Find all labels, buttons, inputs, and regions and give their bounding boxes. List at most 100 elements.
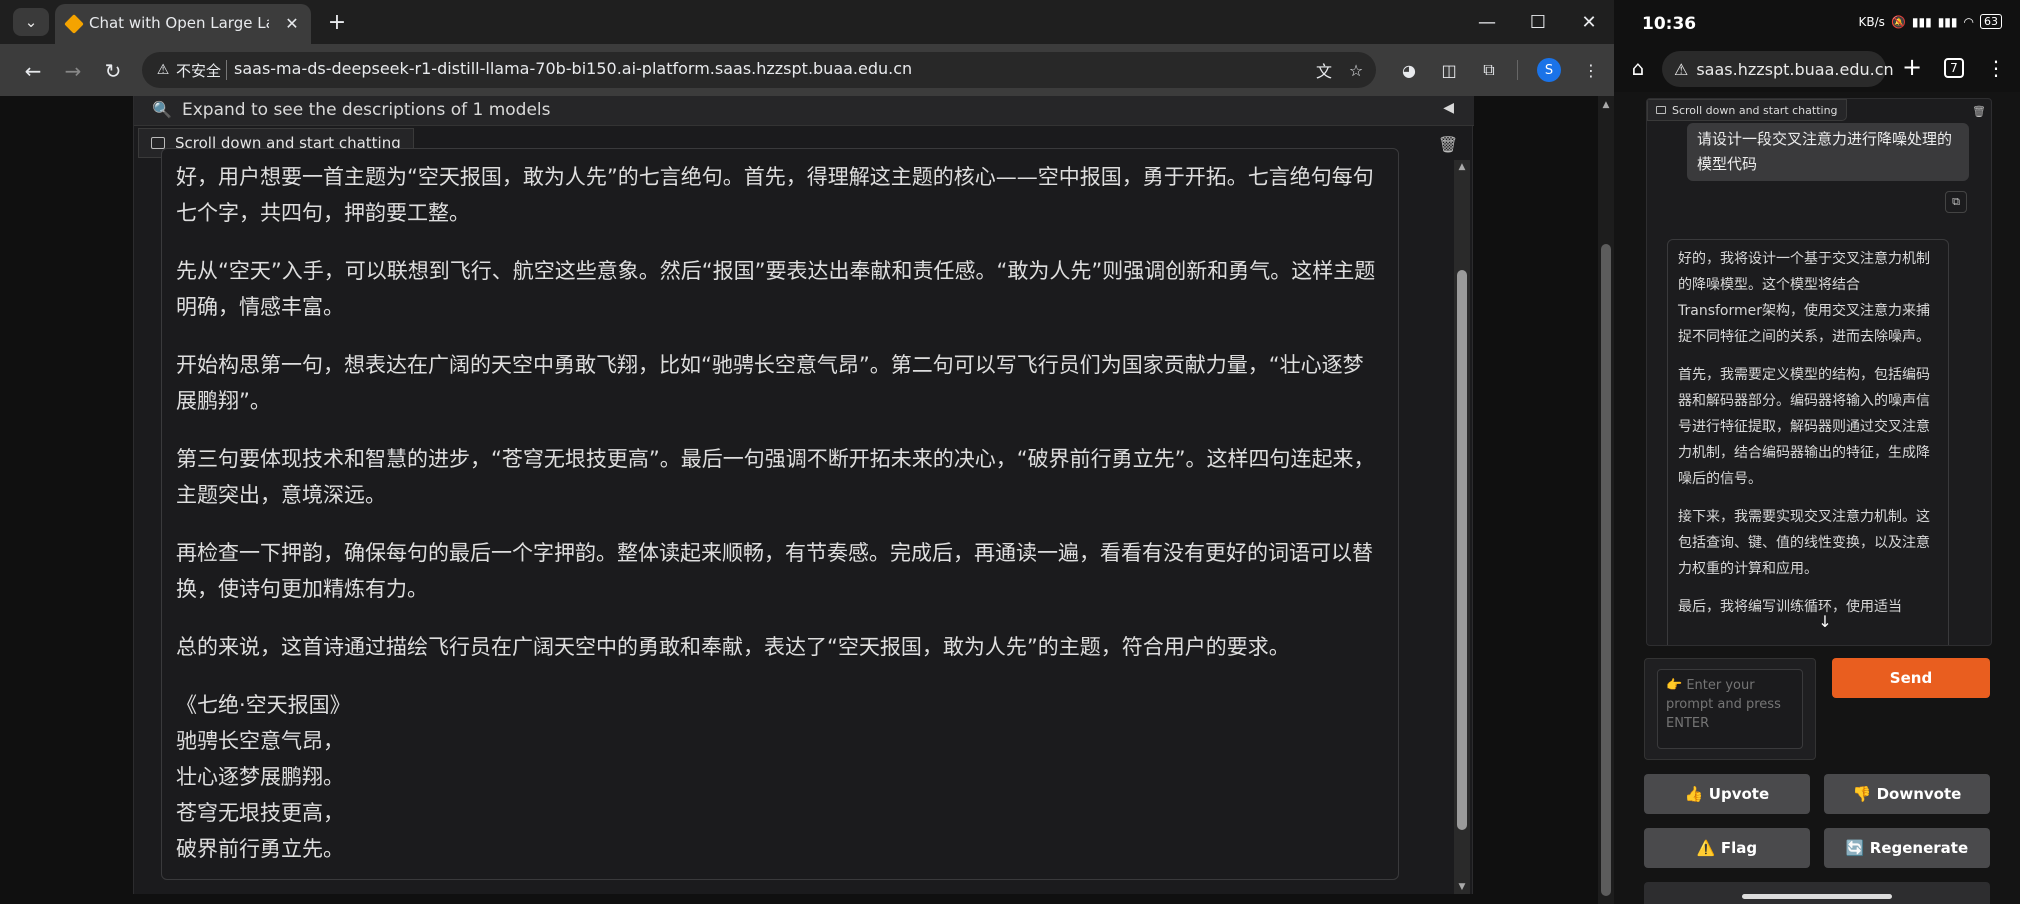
downvote-button[interactable]: 👎 Downvote xyxy=(1824,774,1990,814)
message-body: 好，用户想要一首主题为“空天报国，敢为人先”的七言绝句。首先，得理解这主题的核心… xyxy=(162,149,1398,867)
poem-line: 驰骋长空意气昂， xyxy=(176,729,344,753)
page-scrollbar[interactable]: ▲ xyxy=(1598,96,1614,904)
page-scroll-thumb[interactable] xyxy=(1601,244,1611,896)
forward-button[interactable]: → xyxy=(58,56,88,86)
profile-avatar[interactable]: S xyxy=(1537,58,1561,82)
extensions-puzzle-icon[interactable]: ⧉ xyxy=(1476,57,1502,83)
home-button[interactable]: ⌂ xyxy=(1624,54,1652,82)
copy-button[interactable]: ⧉ xyxy=(1945,191,1967,213)
chevron-down-icon: ⌄ xyxy=(24,13,38,31)
message-paragraph: 总的来说，这首诗通过描绘飞行员在广阔天空中的勇敢和奉献，表达了“空天报国，敢为人… xyxy=(176,635,1290,659)
chatbot-label: Scroll down and start chatting xyxy=(1647,99,1847,121)
clear-chat-button[interactable]: 🗑 xyxy=(1436,132,1460,156)
chat-app-panel: 🔍 Expand to see the descriptions of 1 mo… xyxy=(133,96,1474,894)
arrow-right-icon: → xyxy=(64,59,82,83)
prompt-input[interactable] xyxy=(1657,669,1803,749)
prompt-input-container xyxy=(1644,658,1816,760)
signal-icon: ▮▮▮ xyxy=(1937,14,1958,29)
maximize-icon: ☐ xyxy=(1529,11,1547,33)
message-paragraph: 最后，我将编写训练循环，使用适当 xyxy=(1678,599,1902,615)
extension-color-icon[interactable]: ◕ xyxy=(1396,57,1422,83)
upvote-button[interactable]: 👍 Upvote xyxy=(1644,774,1810,814)
mobile-url-text: saas.hzzspt.buaa.edu.cn xyxy=(1696,59,1894,79)
bot-message: 好，用户想要一首主题为“空天报国，敢为人先”的七言绝句。首先，得理解这主题的核心… xyxy=(161,148,1399,880)
message-paragraph: 第三句要体现技术和智慧的进步，“苍穹无垠技更高”。最后一句强调不断开拓未来的决心… xyxy=(176,447,1375,507)
close-window-button[interactable]: ✕ xyxy=(1569,6,1609,38)
page-viewport: 🔍 Expand to see the descriptions of 1 mo… xyxy=(0,96,1614,904)
status-time: 10:36 xyxy=(1642,14,1697,34)
tab-switcher-button[interactable]: 7 xyxy=(1944,58,1964,78)
chatbot-label-text: Scroll down and start chatting xyxy=(1672,103,1838,117)
close-icon: ✕ xyxy=(285,13,299,33)
copy-icon: ⧉ xyxy=(1952,195,1960,208)
mobile-chatbot: Scroll down and start chatting 🗑 请设计一段交叉… xyxy=(1646,98,1992,646)
signal-icon: ▮▮▮ xyxy=(1911,14,1932,29)
message-paragraph: 接下来，我需要实现交叉注意力机制。这包括查询、键、值的线性变换，以及注意力权重的… xyxy=(1678,509,1930,577)
arrow-left-icon: ← xyxy=(24,59,42,83)
plus-icon: + xyxy=(327,9,347,35)
more-menu-icon[interactable]: ⋮ xyxy=(1578,57,1604,83)
reload-icon: ↻ xyxy=(104,59,122,83)
back-button[interactable]: ← xyxy=(18,56,48,86)
scroll-up-icon[interactable]: ▲ xyxy=(1454,160,1470,174)
scroll-down-icon[interactable]: ▼ xyxy=(1454,880,1470,894)
mobile-browser: 10:36 KB/s 🔕 ▮▮▮ ▮▮▮ ◠ 63 ⌂ ⚠ saas.hzzsp… xyxy=(1614,0,2020,904)
bot-message: 好的，我将设计一个基于交叉注意力机制的降噪模型。这个模型将结合Transform… xyxy=(1667,239,1949,645)
mobile-toolbar: ⌂ ⚠ saas.hzzspt.buaa.edu.cn + 7 ⋮ xyxy=(1614,46,2020,92)
battery-icon: 63 xyxy=(1980,14,2002,29)
new-tab-button[interactable]: + xyxy=(1898,53,1926,81)
desktop-browser-window: ⌄ Chat with Open Large Langu ✕ + — ☐ ✕ ←… xyxy=(0,0,1614,904)
model-description-expander[interactable]: 🔍 Expand to see the descriptions of 1 mo… xyxy=(134,96,1474,126)
message-paragraph: 好，用户想要一首主题为“空天报国，敢为人先”的七言绝句。首先，得理解这主题的核心… xyxy=(176,165,1374,225)
send-button[interactable]: Send xyxy=(1832,658,1990,698)
reload-button[interactable]: ↻ xyxy=(98,56,128,86)
message-paragraph: 首先，我需要定义模型的结构，包括编码器和解码器部分。编码器将输入的噪声信号进行特… xyxy=(1678,367,1930,487)
status-icons: KB/s 🔕 ▮▮▮ ▮▮▮ ◠ 63 xyxy=(1859,14,2002,29)
active-tab[interactable]: Chat with Open Large Langu ✕ xyxy=(55,4,311,44)
message-paragraph: 先从“空天”入手，可以联想到飞行、航空这些意象。然后“报国”要表达出奉献和责任感… xyxy=(176,259,1376,319)
divider xyxy=(226,60,227,80)
trash-icon: 🗑 xyxy=(1437,134,1459,154)
poem-title: 《七绝·空天报国》 xyxy=(176,693,351,717)
bookmark-star-icon[interactable]: ☆ xyxy=(1344,58,1368,82)
clear-chat-button[interactable]: 🗑 xyxy=(1971,103,1987,119)
new-tab-button[interactable]: + xyxy=(323,8,351,36)
site-favicon-icon xyxy=(64,14,84,34)
message-paragraph: 再检查一下押韵，确保每句的最后一个字押韵。整体读起来顺畅，有节奏感。完成后，再通… xyxy=(176,541,1373,601)
message-paragraph: 开始构思第一句，想表达在广阔的天空中勇敢飞翔，比如“驰骋长空意气昂”。第二句可以… xyxy=(176,353,1364,413)
regenerate-button[interactable]: 🔄 Regenerate xyxy=(1824,828,1990,868)
network-speed: KB/s xyxy=(1858,14,1885,29)
close-tab-button[interactable]: ✕ xyxy=(281,12,303,34)
url-text[interactable]: saas-ma-ds-deepseek-r1-distill-llama-70b… xyxy=(234,59,912,78)
poem-block: 《七绝·空天报国》 驰骋长空意气昂， 壮心逐梦展鹏翔。 苍穹无垠技更高， 破界前… xyxy=(176,687,1384,867)
mobile-address-bar[interactable]: ⚠ saas.hzzspt.buaa.edu.cn xyxy=(1662,51,1894,87)
arrow-down-icon: ↓ xyxy=(1818,611,1832,631)
divider xyxy=(1517,60,1518,80)
tab-strip: ⌄ Chat with Open Large Langu ✕ + — ☐ ✕ xyxy=(0,0,1614,44)
chat-scroll-thumb[interactable] xyxy=(1457,270,1467,830)
translate-icon[interactable]: 文 xyxy=(1312,58,1336,82)
tab-search-button[interactable]: ⌄ xyxy=(13,8,49,36)
home-icon: ⌂ xyxy=(1631,56,1645,80)
mobile-menu-button[interactable]: ⋮ xyxy=(1984,54,2008,82)
mute-icon: 🔕 xyxy=(1890,14,1906,29)
poem-line: 苍穹无垠技更高， xyxy=(176,801,344,825)
maximize-button[interactable]: ☐ xyxy=(1518,6,1558,38)
plus-icon: + xyxy=(1901,53,1923,81)
mobile-page: Scroll down and start chatting 🗑 请设计一段交叉… xyxy=(1614,92,2020,904)
scroll-to-bottom-button[interactable]: ↓ xyxy=(1815,611,1835,631)
chat-scrollbar[interactable]: ▲ ▼ xyxy=(1454,160,1470,894)
chat-bubble-icon xyxy=(1656,106,1666,114)
security-status[interactable]: 不安全 xyxy=(176,60,221,81)
warning-icon: ⚠ xyxy=(1674,59,1689,79)
close-icon: ✕ xyxy=(1581,11,1597,33)
address-bar[interactable]: ⚠ 不安全 saas-ma-ds-deepseek-r1-distill-lla… xyxy=(142,52,1376,88)
warning-icon: ⚠ xyxy=(156,62,170,78)
flag-button[interactable]: ⚠️ Flag xyxy=(1644,828,1810,868)
gesture-bar[interactable] xyxy=(1742,894,1892,899)
extension-glasses-icon[interactable]: ◫ xyxy=(1436,57,1462,83)
minimize-button[interactable]: — xyxy=(1467,6,1507,38)
next-panel xyxy=(1644,882,1990,904)
scroll-up-icon[interactable]: ▲ xyxy=(1598,98,1614,112)
tab-title: Chat with Open Large Langu xyxy=(89,14,269,32)
